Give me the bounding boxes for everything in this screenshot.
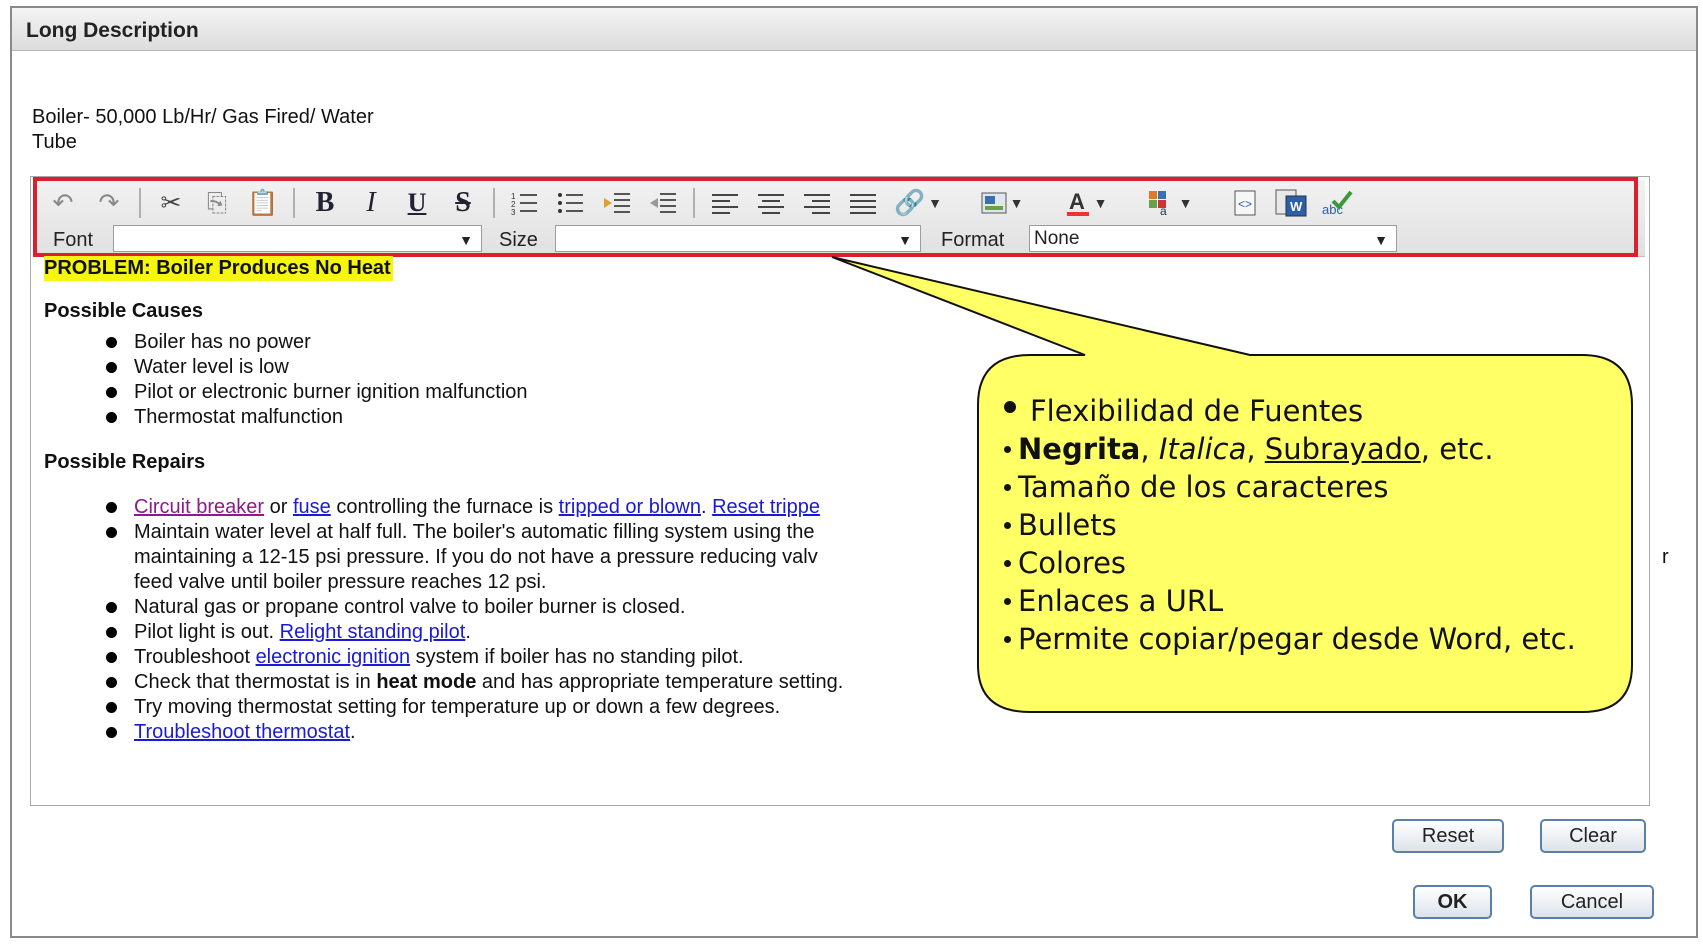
relight-standing-pilot-link[interactable]: Relight standing pilot bbox=[280, 621, 466, 643]
list-item: Try moving thermostat setting for temper… bbox=[106, 695, 1634, 720]
callout-item: Bullets bbox=[1004, 506, 1576, 544]
dialog-titlebar[interactable]: Long Description bbox=[12, 8, 1696, 51]
callout-item: Permite copiar/pegar desde Word, etc. bbox=[1004, 620, 1576, 658]
callout-text: Flexibilidad de Fuentes Negrita, Italica… bbox=[1004, 392, 1576, 658]
problem-heading: PROBLEM: Boiler Produces No Heat bbox=[44, 256, 393, 281]
causes-heading: Possible Causes bbox=[44, 300, 203, 322]
list-item: Troubleshoot thermostat. bbox=[106, 720, 1634, 745]
ok-button[interactable]: OK bbox=[1413, 885, 1492, 919]
callout-item: Flexibilidad de Fuentes bbox=[1004, 392, 1576, 430]
bullet-icon bbox=[1004, 483, 1011, 491]
bullet-icon bbox=[1004, 521, 1011, 529]
dialog-title: Long Description bbox=[26, 19, 199, 42]
reset-button[interactable]: Reset bbox=[1392, 819, 1504, 853]
item-description: Boiler- 50,000 Lb/Hr/ Gas Fired/ Water T… bbox=[32, 105, 374, 155]
list-item-text: controlling the furnace is bbox=[330, 496, 559, 518]
bullet-icon bbox=[1004, 635, 1011, 643]
list-item: Check that thermostat is in heat mode an… bbox=[106, 670, 1634, 695]
list-item: Boiler has no power bbox=[106, 330, 1634, 355]
callout-item: Enlaces a URL bbox=[1004, 582, 1576, 620]
cancel-button[interactable]: Cancel bbox=[1530, 885, 1654, 919]
fuse-link[interactable]: fuse bbox=[293, 496, 331, 518]
electronic-ignition-link[interactable]: electronic ignition bbox=[256, 646, 411, 668]
tripped-or-blown-link[interactable]: tripped or blown bbox=[559, 496, 701, 518]
callout-item: Colores bbox=[1004, 544, 1576, 582]
bullet-icon bbox=[1004, 597, 1011, 605]
item-description-line1: Boiler- 50,000 Lb/Hr/ Gas Fired/ Water bbox=[32, 106, 374, 128]
list-item-text: . bbox=[700, 496, 713, 518]
toolbar-highlight-box bbox=[33, 177, 1638, 257]
list-item-text: or bbox=[264, 496, 293, 518]
bullet-icon bbox=[1004, 445, 1011, 453]
clear-button[interactable]: Clear bbox=[1540, 819, 1646, 853]
item-description-line2: Tube bbox=[32, 131, 77, 153]
list-item: Water level is low bbox=[106, 355, 1634, 380]
troubleshoot-thermostat-link[interactable]: Troubleshoot thermostat bbox=[134, 721, 350, 743]
bullet-icon bbox=[1004, 559, 1011, 567]
callout-item: Negrita, Italica, Subrayado, etc. bbox=[1004, 430, 1576, 468]
reset-tripped-link[interactable]: Reset trippe bbox=[712, 496, 820, 518]
bullet-icon bbox=[1004, 401, 1016, 413]
heat-mode-text: heat mode bbox=[376, 671, 477, 693]
callout-item: Tamaño de los caracteres bbox=[1004, 468, 1576, 506]
circuit-breaker-link[interactable]: Circuit breaker bbox=[134, 496, 264, 518]
